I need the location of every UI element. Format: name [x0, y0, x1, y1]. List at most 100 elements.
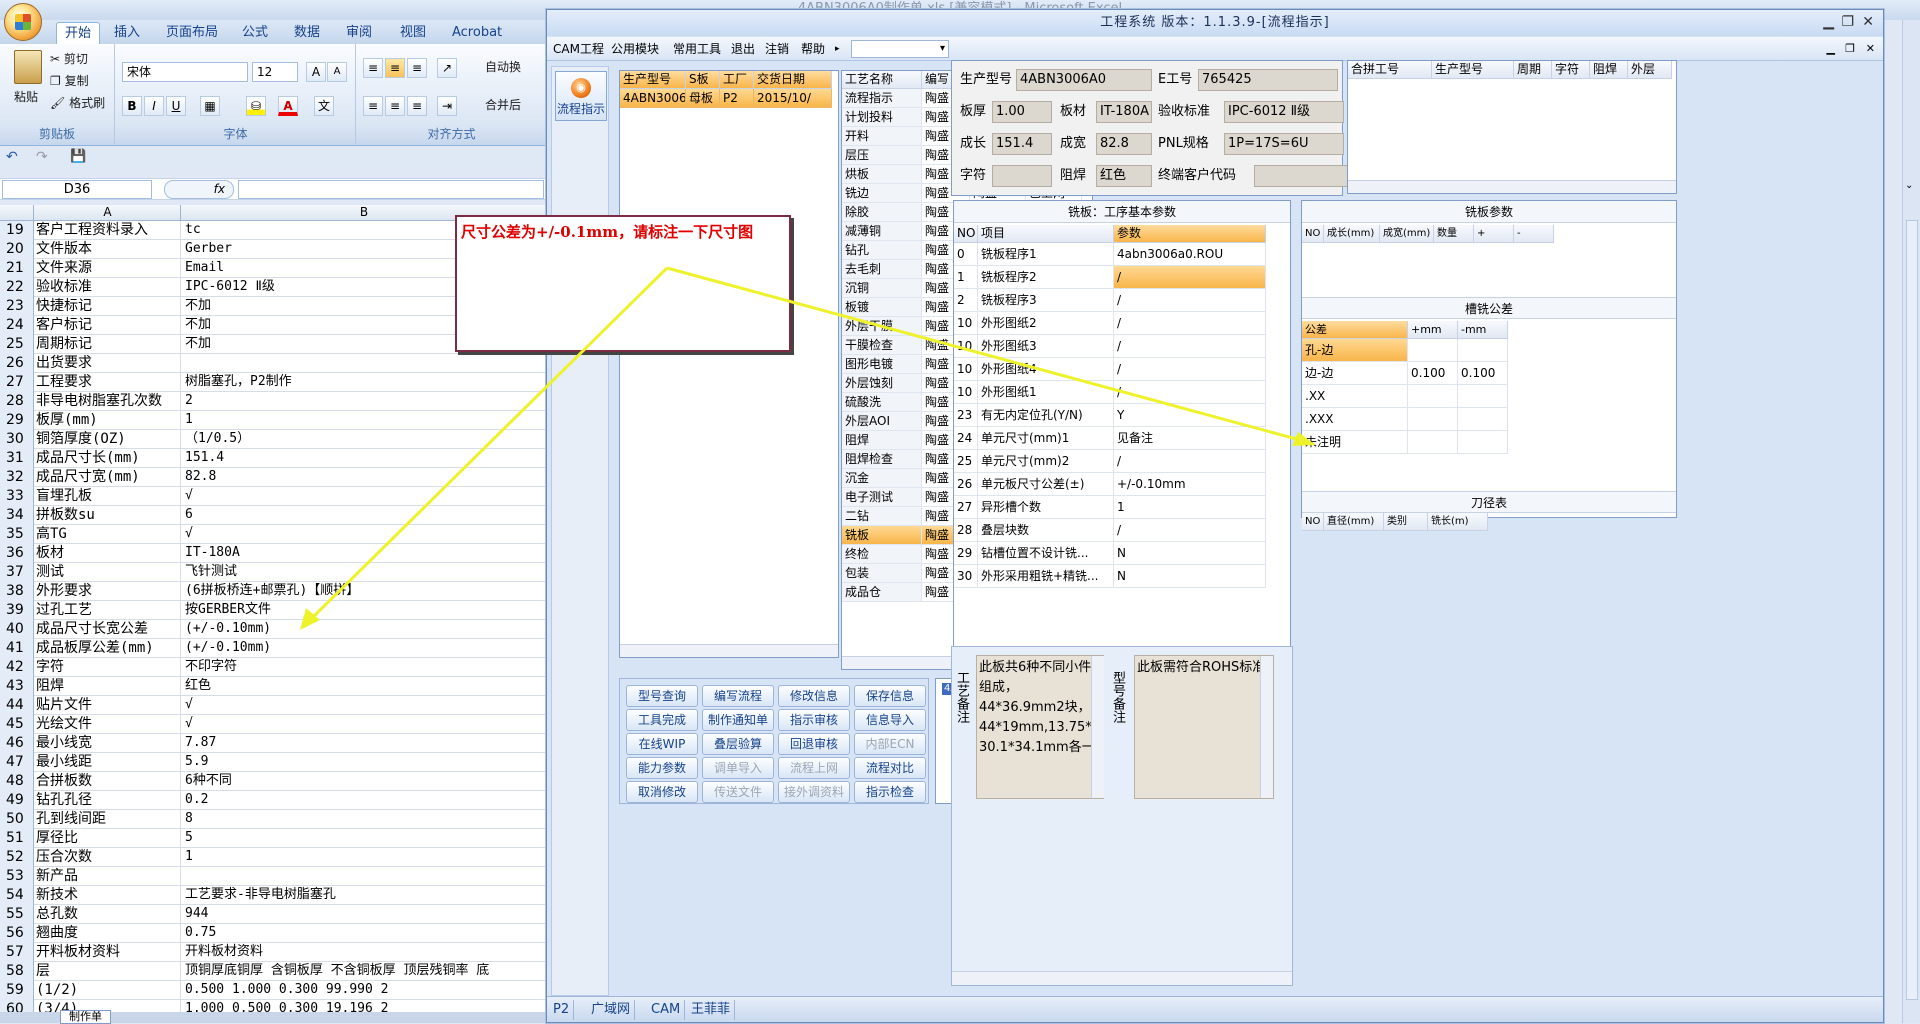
row-number[interactable]: 57 [0, 943, 34, 962]
process-name-cell[interactable]: 层压 [842, 146, 922, 165]
tolerance-header[interactable]: +mm [1408, 321, 1458, 339]
width-field[interactable]: 82.8 [1096, 133, 1152, 155]
tolerance-cell[interactable]: 孔-边 [1302, 339, 1408, 362]
tolerance-cell[interactable] [1408, 339, 1458, 362]
process-name-cell[interactable]: 硫酸洗 [842, 393, 922, 412]
row-number[interactable]: 32 [0, 468, 34, 487]
mill-cell[interactable]: / [1114, 381, 1266, 404]
mill-cell[interactable]: 4abn3006a0.ROU [1114, 243, 1266, 266]
mill-cell[interactable]: 27 [954, 496, 978, 519]
fx-button[interactable]: fx [164, 180, 234, 199]
cell-label[interactable]: 开料板材资料 [35, 943, 181, 962]
font-color-button[interactable]: A [278, 96, 298, 116]
tolerance-cell[interactable] [1408, 385, 1458, 408]
office-button[interactable] [4, 3, 42, 41]
action-button[interactable]: 叠层验算 [702, 733, 774, 755]
row-number[interactable]: 19 [0, 221, 34, 240]
row-number[interactable]: 22 [0, 278, 34, 297]
menu-exit[interactable]: 退出 [731, 37, 755, 61]
cell-label[interactable]: 快捷标记 [35, 297, 181, 316]
combined-header[interactable]: 合拼工号 [1348, 61, 1432, 79]
craft-remark-text[interactable]: 此板共6种不同小件组成，44*36.9mm2块，44*19mm,13.75*18… [976, 655, 1104, 799]
cell-label[interactable]: 厚径比 [35, 829, 181, 848]
action-button[interactable]: 传送文件 [702, 781, 774, 803]
cell-label[interactable]: 层 [35, 962, 181, 981]
annotation-callout[interactable]: 尺寸公差为+/-0.1mm，请标注一下尺寸图 [455, 215, 791, 352]
mill-cell[interactable]: 异形槽个数 [978, 496, 1114, 519]
row-number[interactable]: 21 [0, 259, 34, 278]
align-middle-icon[interactable]: ≡ [385, 58, 405, 78]
pnl-spec-field[interactable]: 1P=17S=6U [1224, 133, 1344, 155]
action-button[interactable]: 流程上网 [778, 757, 850, 779]
cell-value[interactable]: 7.87 [183, 734, 546, 753]
mill-cell[interactable]: 叠层块数 [978, 519, 1114, 542]
cell-label[interactable]: 光绘文件 [35, 715, 181, 734]
cell-label[interactable]: 翘曲度 [35, 924, 181, 943]
mill-cell[interactable]: Y [1114, 404, 1266, 427]
row-number[interactable]: 31 [0, 449, 34, 468]
mill-params-header[interactable]: + [1474, 225, 1514, 243]
cell-label[interactable]: 铜箔厚度(OZ) [35, 430, 181, 449]
cell-value[interactable]: 0.500 1.000 0.300 99.990 2 [183, 981, 546, 1000]
row-number[interactable]: 37 [0, 563, 34, 582]
process-name-cell[interactable]: 铣板 [842, 526, 922, 545]
row-number[interactable]: 39 [0, 601, 34, 620]
mill-cell[interactable]: N [1114, 565, 1266, 588]
process-name-cell[interactable]: 烘板 [842, 165, 922, 184]
model-remark-scrollbar[interactable] [1260, 656, 1273, 798]
close-icon[interactable]: ✕ [1862, 14, 1875, 30]
action-button[interactable]: 信息导入 [854, 709, 926, 731]
cell-label[interactable]: 字符 [35, 658, 181, 677]
cell-value[interactable]: 不印字符 [183, 658, 546, 677]
minimize-icon[interactable]: ▁ [1823, 14, 1835, 30]
tab-acrobat[interactable]: Acrobat [444, 22, 510, 44]
cell-label[interactable]: 高TG [35, 525, 181, 544]
indent-icon[interactable]: ⇥ [437, 96, 457, 116]
cell-label[interactable]: 阻焊 [35, 677, 181, 696]
row-number[interactable]: 30 [0, 430, 34, 449]
cell-label[interactable]: 盲埋孔板 [35, 487, 181, 506]
cell-label[interactable]: 最小线宽 [35, 734, 181, 753]
tolerance-header[interactable]: -mm [1458, 321, 1508, 339]
menu-combo-select[interactable] [851, 40, 949, 58]
mill-cell[interactable]: 10 [954, 312, 978, 335]
tools-header[interactable]: NO [1302, 513, 1324, 531]
cell-label[interactable]: 新技术 [35, 886, 181, 905]
cell-value[interactable] [183, 867, 546, 886]
fill-color-button[interactable]: ⛁ [246, 96, 266, 116]
cell-label[interactable]: 客户工程资料录入 [35, 221, 181, 240]
row-number[interactable]: 23 [0, 297, 34, 316]
cell-value[interactable]: 944 [183, 905, 546, 924]
tolerance-cell[interactable]: .XXX [1302, 408, 1408, 431]
cell-value[interactable]: (6拼板桥连+邮票孔)【顺拼】 [183, 582, 546, 601]
redo-icon[interactable]: ↷ [36, 149, 48, 165]
end-customer-field[interactable] [1254, 165, 1350, 187]
process-name-cell[interactable]: 成品仓 [842, 583, 922, 602]
mill-header[interactable]: 项目 [978, 225, 1114, 243]
mill-params-header[interactable]: - [1514, 225, 1554, 243]
restore-icon[interactable]: ❐ [1841, 14, 1855, 30]
font-name-select[interactable]: 宋体 [122, 62, 248, 82]
row-number[interactable]: 54 [0, 886, 34, 905]
tolerance-cell[interactable] [1458, 408, 1508, 431]
combined-header[interactable]: 周期 [1514, 61, 1552, 79]
mill-cell[interactable]: 24 [954, 427, 978, 450]
row-number[interactable]: 43 [0, 677, 34, 696]
formula-input[interactable] [238, 180, 544, 199]
mill-cell[interactable]: 10 [954, 358, 978, 381]
mill-cell[interactable]: 单元板尺寸公差(±) [978, 473, 1114, 496]
process-name-cell[interactable]: 计划投料 [842, 108, 922, 127]
mill-params-header[interactable]: NO [1302, 225, 1324, 243]
process-name-cell[interactable]: 电子测试 [842, 488, 922, 507]
mill-cell[interactable]: 26 [954, 473, 978, 496]
tab-formulas[interactable]: 公式 [234, 22, 276, 44]
process-name-cell[interactable]: 包装 [842, 564, 922, 583]
char-field[interactable] [992, 165, 1052, 187]
cell-value[interactable]: √ [183, 525, 546, 544]
mill-cell[interactable]: 单元尺寸(mm)1 [978, 427, 1114, 450]
mill-cell[interactable]: 2 [954, 289, 978, 312]
mill-cell[interactable]: +/-0.10mm [1114, 473, 1266, 496]
mill-cell[interactable]: / [1114, 289, 1266, 312]
action-button[interactable]: 工具完成 [626, 709, 698, 731]
row-number[interactable]: 41 [0, 639, 34, 658]
